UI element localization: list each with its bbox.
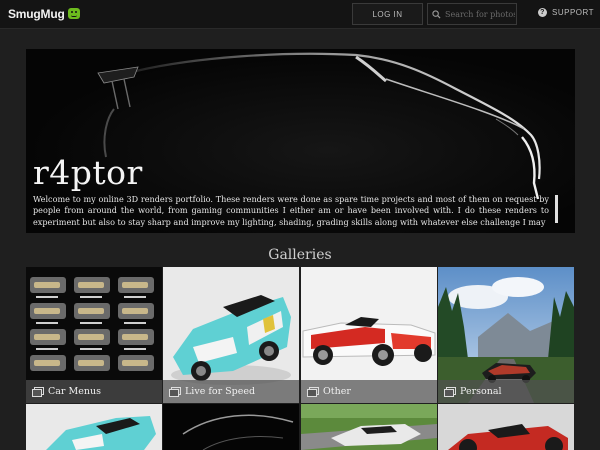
gallery-tile-row2-4[interactable] [438,404,574,450]
gallery-tile-row2-3[interactable] [301,404,437,450]
gallery-icon [307,387,319,397]
gallery-tile-other[interactable]: Other [301,267,437,403]
gallery-tile-personal[interactable]: Personal [438,267,574,403]
support-label: SUPPORT [552,8,595,17]
galleries-heading: Galleries [268,247,332,263]
gallery-label: Live for Speed [185,386,256,397]
gallery-label: Other [323,386,351,397]
question-circle-icon: ? [538,8,547,17]
support-link[interactable]: ? SUPPORT [538,8,594,17]
gallery-thumbnail [438,404,574,450]
hero-description: Welcome to my online 3D renders portfoli… [33,194,549,227]
hero-banner: r4ptor Welcome to my online 3D renders p… [26,49,575,233]
search-box[interactable] [427,3,517,25]
gallery-icon [169,387,181,397]
gallery-caption: Other [301,380,437,403]
gallery-label: Personal [460,386,502,397]
login-button[interactable]: LOG IN [352,3,423,25]
gallery-thumbnail [301,404,437,450]
gallery-tile-car-menus[interactable]: Car Menus [26,267,162,403]
gallery-caption: Car Menus [26,380,162,403]
description-scrollbar[interactable] [555,195,558,223]
logo-text: SmugMug [8,7,65,21]
gallery-icon [444,387,456,397]
gallery-thumbnail [163,404,299,450]
gallery-label: Car Menus [48,386,101,397]
gallery-caption: Live for Speed [163,380,299,403]
smugmug-face-icon [67,7,80,19]
gallery-caption: Personal [438,380,574,403]
gallery-tile-live-for-speed[interactable]: Live for Speed [163,267,299,403]
smugmug-logo[interactable]: SmugMug [8,6,80,22]
gallery-icon [32,387,44,397]
gallery-tile-row2-2[interactable] [163,404,299,450]
gallery-tile-row2-1[interactable] [26,404,162,450]
hero-title: r4ptor [33,153,143,192]
search-input[interactable] [445,9,515,19]
search-icon [432,9,441,19]
gallery-thumbnail [26,404,162,450]
top-navigation-bar: SmugMug LOG IN ? SUPPORT [0,0,600,29]
